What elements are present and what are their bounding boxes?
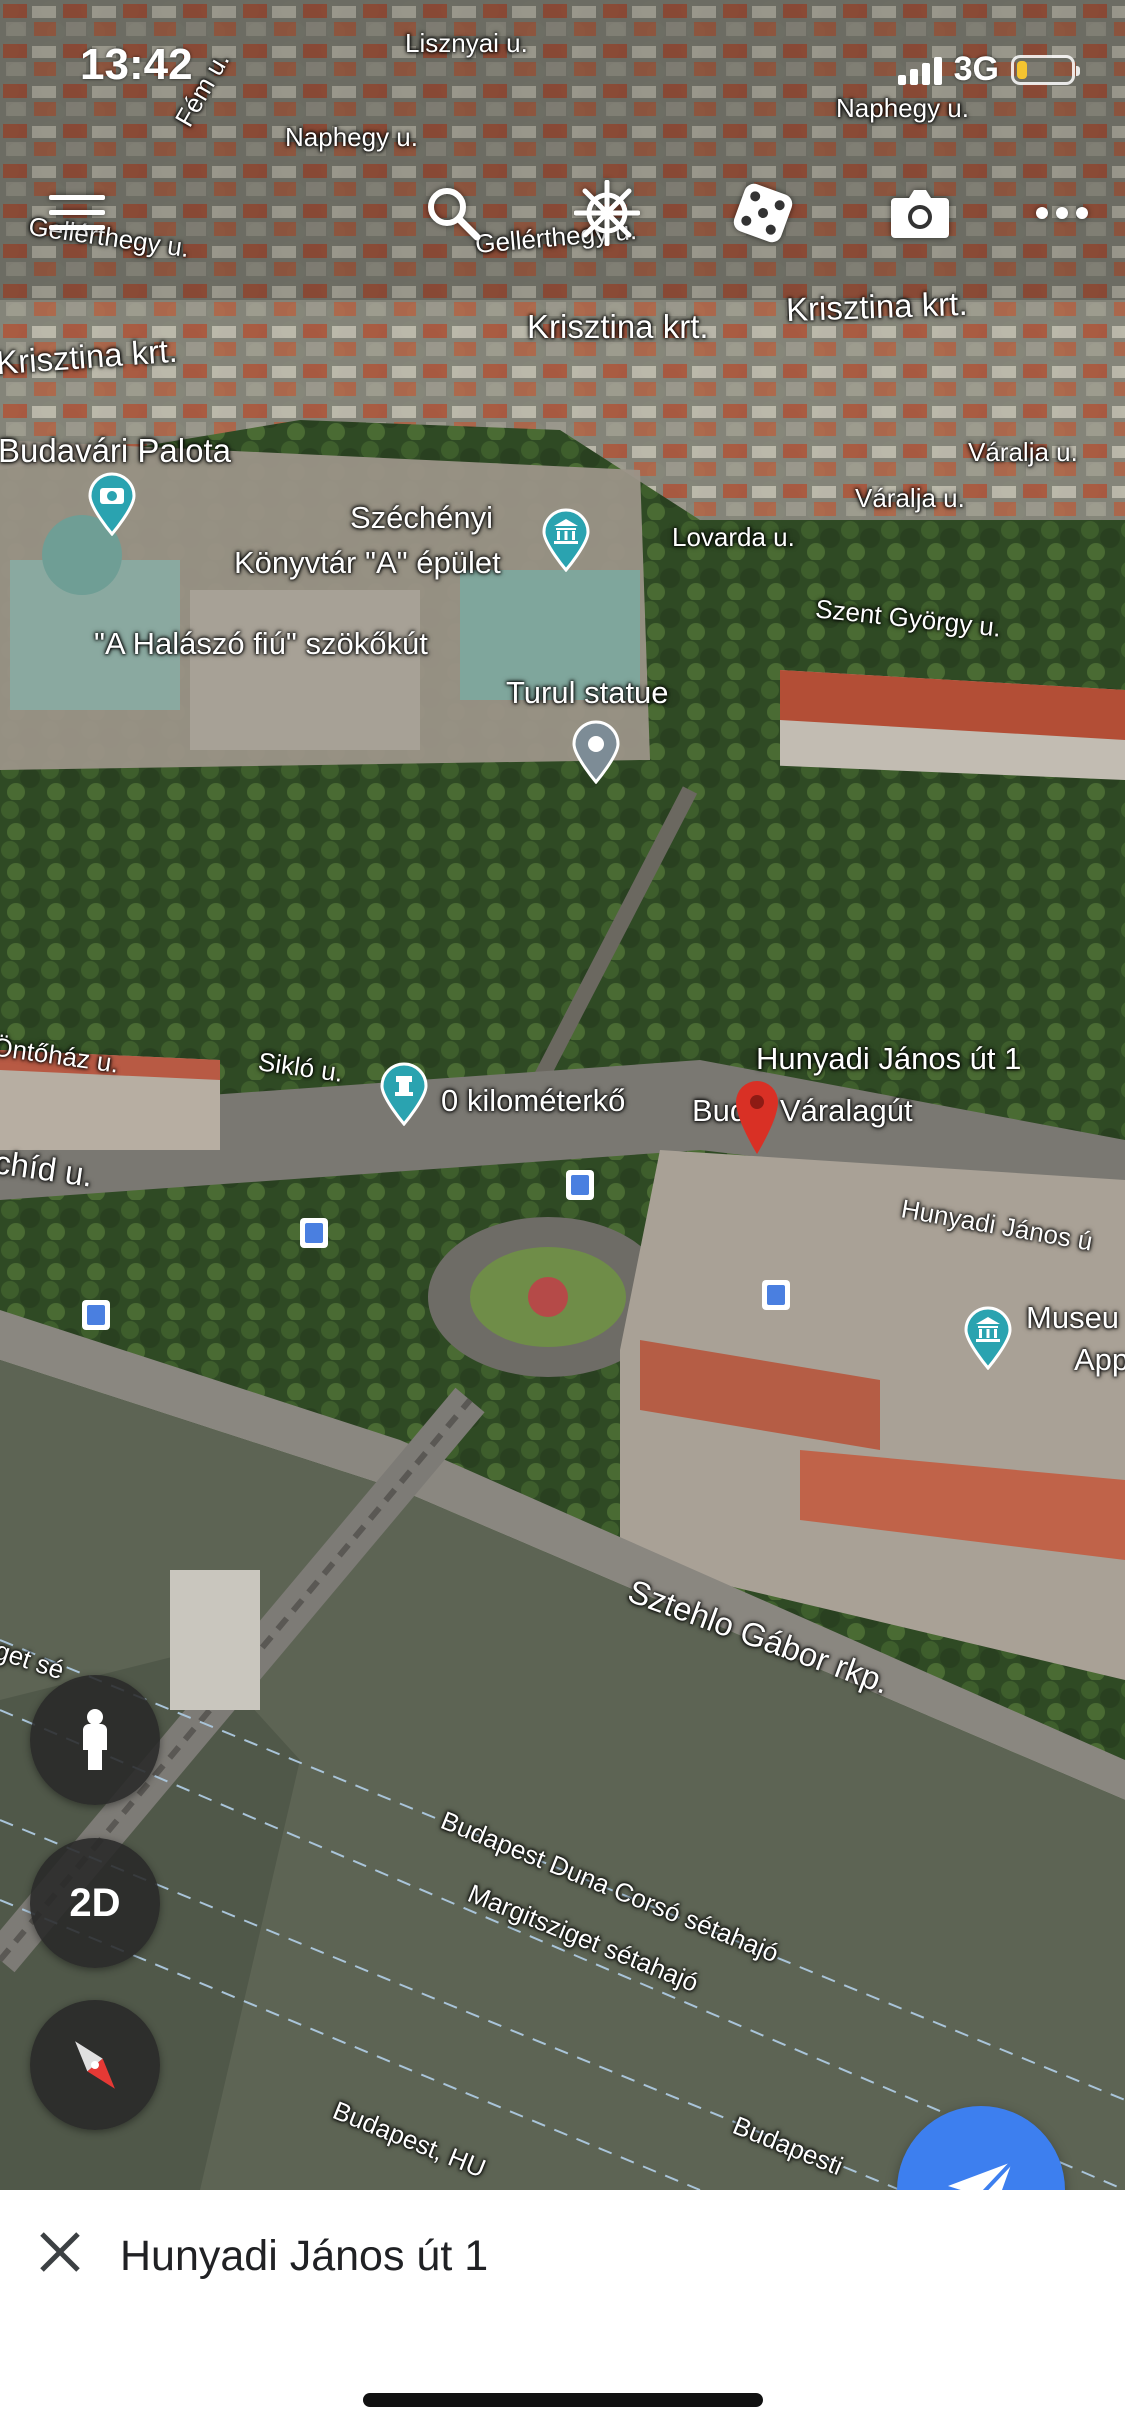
bus-stop-icon[interactable] [762,1280,790,1310]
pegman-icon [83,1709,107,1770]
camera-poi-icon[interactable] [86,472,138,536]
close-icon[interactable] [30,2222,90,2282]
poi-label-szechenyi[interactable]: Könyvtár "A" épület [234,545,501,581]
poi-label-museum[interactable]: App [1074,1342,1125,1378]
place-title: Hunyadi János út 1 [120,2232,489,2280]
museum-poi-icon[interactable] [962,1306,1014,1370]
landmark-poi-icon[interactable] [570,720,622,784]
museum-poi-icon[interactable] [540,508,592,572]
view-toggle-button[interactable]: 2D [30,1838,160,1968]
camera-icon[interactable] [885,178,955,248]
street-label: Krisztina krt. [785,284,969,329]
poi-label-varalagut[interactable]: Budai Váralagút [692,1093,913,1129]
street-label: Váralja u. [968,437,1078,467]
street-label: Naphegy u. [285,122,418,152]
compass-icon [75,2041,115,2089]
poi-label-budavari-palota[interactable]: Budavári Palota [0,432,231,470]
bus-stop-icon[interactable] [300,1218,328,1248]
signal-icon [897,55,942,85]
poi-label-szechenyi[interactable]: Széchényi [350,500,493,536]
street-label: Naphegy u. [836,93,969,123]
poi-label-turul[interactable]: Turul statue [506,675,669,711]
compass-button[interactable] [30,2000,160,2130]
battery-icon [1011,54,1080,85]
street-label: Krisztina krt. [527,308,709,345]
menu-icon[interactable] [42,178,112,248]
poi-label-hunyadi[interactable]: Hunyadi János út 1 [756,1041,1021,1077]
poi-label-halasz-fiu[interactable]: "A Halászó fiú" szökőkút [94,626,428,662]
street-view-button[interactable] [30,1675,160,1805]
bus-stop-icon[interactable] [566,1170,594,1200]
street-label: Lovarda u. [672,522,795,552]
satellite-map-view[interactable]: Lisznyai u. Naphegy u. Naphegy u. Fém u.… [0,0,1125,2190]
more-icon[interactable] [1027,178,1097,248]
poi-label-zero-km[interactable]: 0 kilométerkő [441,1083,625,1119]
poi-label-museum[interactable]: Museu [1026,1300,1119,1336]
search-icon[interactable] [418,178,488,248]
view-toggle-label: 2D [69,1880,121,1925]
monument-poi-icon[interactable] [378,1062,430,1126]
location-pin-icon[interactable] [734,1080,780,1156]
battery-level [1017,60,1027,79]
ship-wheel-icon[interactable] [572,178,642,248]
status-bar-right: 3G [897,50,1080,89]
dice-icon[interactable] [728,178,798,248]
home-indicator [363,2393,763,2407]
street-label: Lisznyai u. [405,28,528,58]
street-label: Váralja u. [855,483,965,513]
network-type: 3G [953,50,999,88]
status-time: 13:42 [80,40,193,89]
bus-stop-icon[interactable] [82,1300,110,1330]
